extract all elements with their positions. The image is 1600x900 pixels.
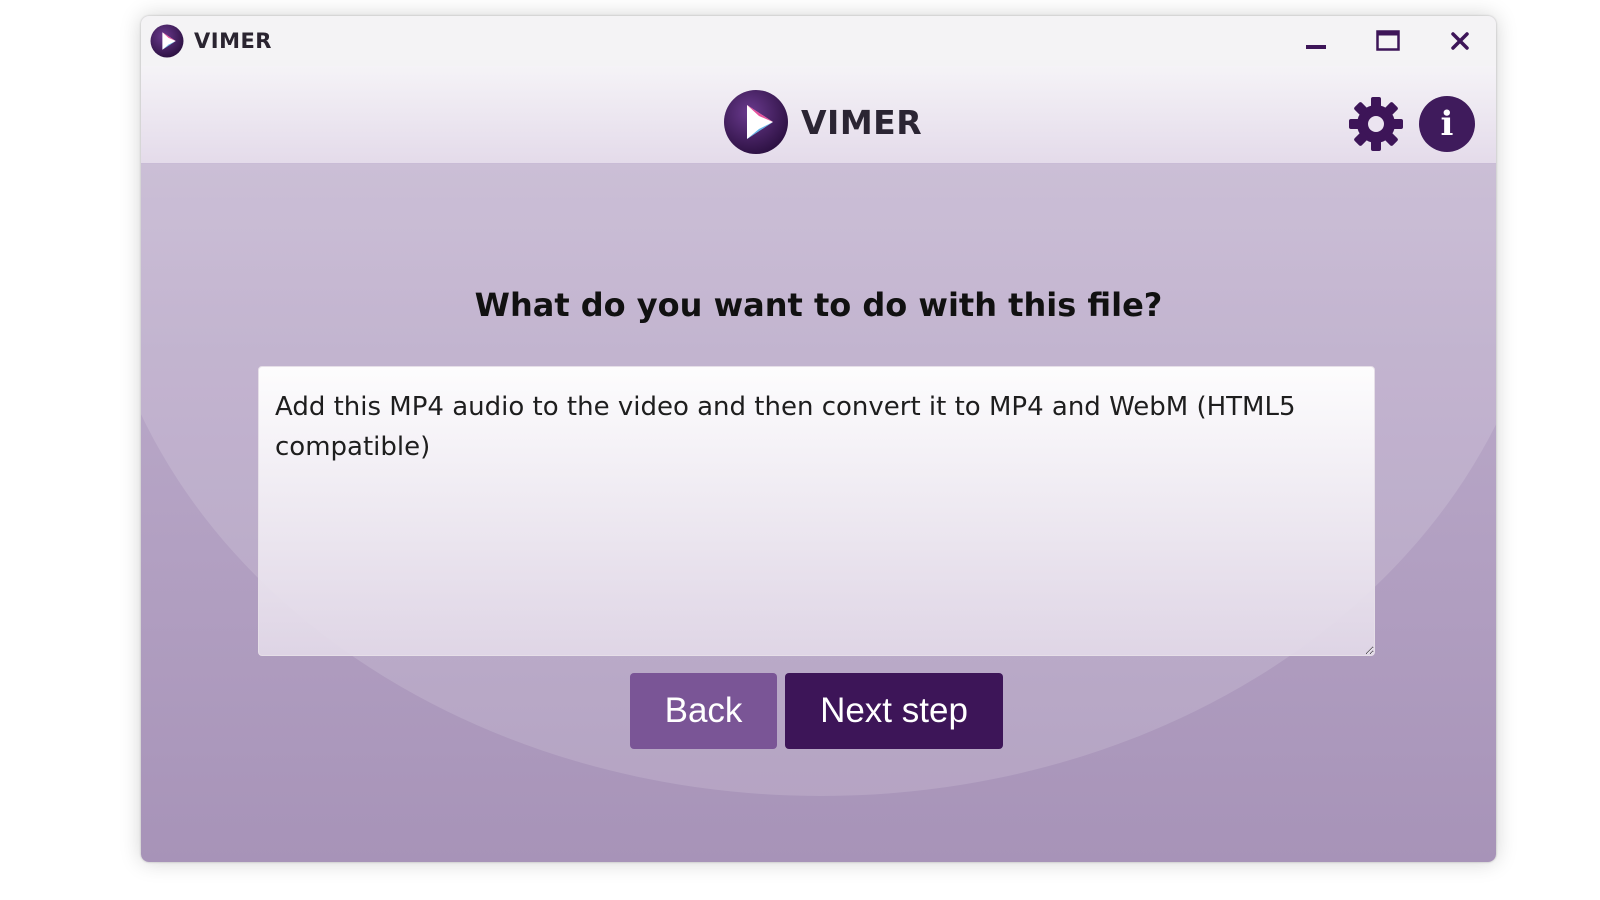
prompt-area <box>258 366 1375 656</box>
prompt-input[interactable] <box>258 366 1375 656</box>
maximize-button[interactable] <box>1352 16 1424 66</box>
info-icon: i <box>1419 96 1475 152</box>
minimize-icon <box>1306 45 1326 49</box>
back-button[interactable]: Back <box>630 673 777 749</box>
app-logo-icon <box>150 24 184 58</box>
brand-name: VIMER <box>801 102 923 142</box>
app-window: VIMER VIMER i What do you want to do wit… <box>141 16 1496 862</box>
minimize-button[interactable] <box>1280 16 1352 66</box>
question-heading: What do you want to do with this file? <box>474 286 1163 324</box>
close-icon <box>1451 32 1469 50</box>
maximize-icon <box>1376 30 1400 51</box>
vimer-logo-icon <box>724 90 788 154</box>
settings-button[interactable] <box>1347 95 1405 153</box>
brand: VIMER <box>723 89 922 155</box>
navigation-buttons: Back Next step <box>141 673 1496 749</box>
close-button[interactable] <box>1424 16 1496 66</box>
app-header: VIMER i <box>141 66 1496 164</box>
gear-icon <box>1349 97 1403 151</box>
info-button[interactable]: i <box>1418 95 1476 153</box>
next-step-button[interactable]: Next step <box>785 673 1003 749</box>
window-title: VIMER <box>194 29 272 53</box>
title-bar: VIMER <box>141 16 1496 66</box>
window-controls <box>1280 16 1496 66</box>
